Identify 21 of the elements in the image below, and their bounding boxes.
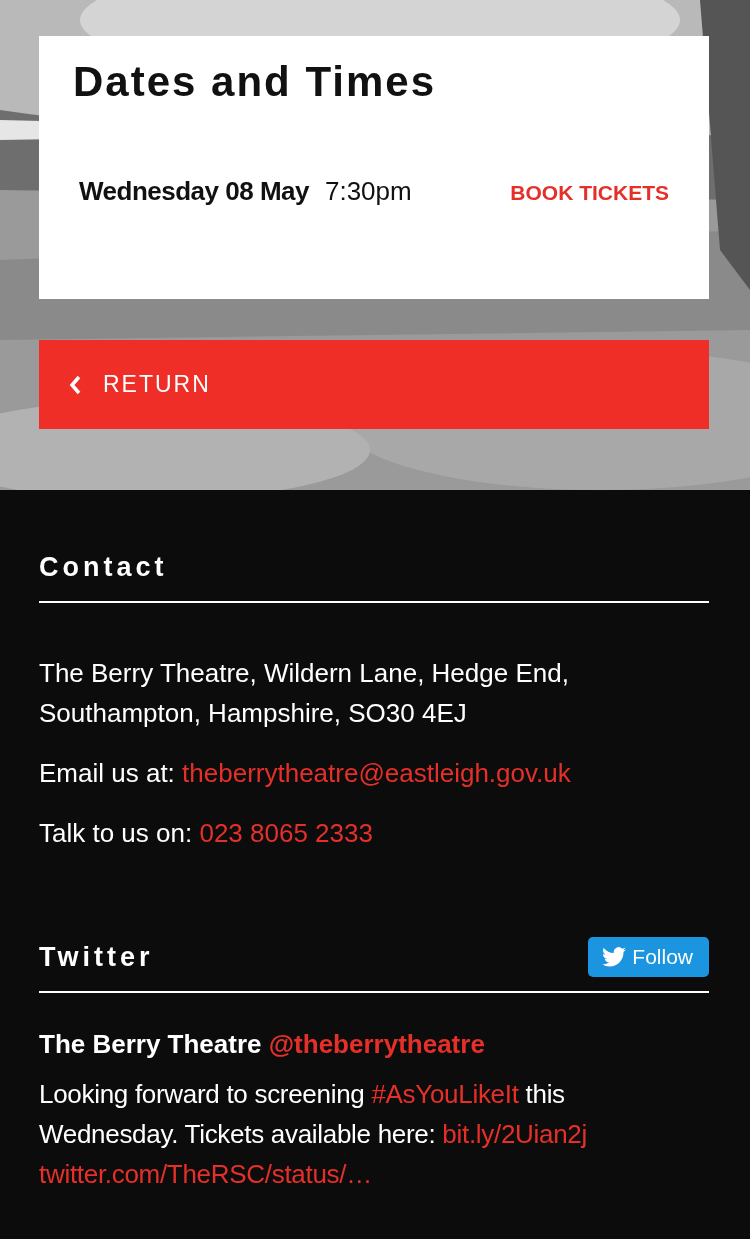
twitter-handle-link[interactable]: @theberrytheatre <box>268 1029 485 1059</box>
tweet-text: Looking forward to screening #AsYouLikeIt this Wednesday. Tickets available here: bit.ly/2Uian2j twitter.com/TheRSC/status/… <box>39 1078 588 1191</box>
tweet-link[interactable]: #AsYouLikeIt <box>371 1079 519 1109</box>
tweet-link[interactable]: bit.ly/2Uian2j <box>442 1119 587 1149</box>
phone-line: Talk to us on: 023 8065 2333 <box>39 817 374 850</box>
phone-link[interactable]: 023 8065 2333 <box>199 818 373 848</box>
email-line: Email us at: theberrytheatre@eastleigh.gov.uk <box>39 757 572 790</box>
book-tickets-link[interactable]: BOOK TICKETS <box>510 181 669 205</box>
tweet-link[interactable]: twitter.com/TheRSC/status/… <box>39 1159 372 1189</box>
section-heading: Contact <box>39 552 168 583</box>
follow-button[interactable]: Follow <box>588 937 709 977</box>
section-title: Dates and Times <box>73 58 438 106</box>
return-button[interactable]: RETURN <box>39 340 709 429</box>
performance-time: 7:30pm <box>324 176 412 207</box>
address-text: The Berry Theatre, Wildern Lane, Hedge End, Southampton, Hampshire, SO30 4EJ <box>39 657 570 730</box>
email-link[interactable]: theberrytheatre@eastleigh.gov.uk <box>182 758 571 788</box>
section-heading: Twitter <box>39 941 154 973</box>
bird-icon <box>602 947 627 967</box>
chevron-left-icon <box>69 374 81 395</box>
tweet-author: The Berry Theatre <box>39 1029 262 1059</box>
performance-date: Wednesday 08 May <box>79 176 309 207</box>
